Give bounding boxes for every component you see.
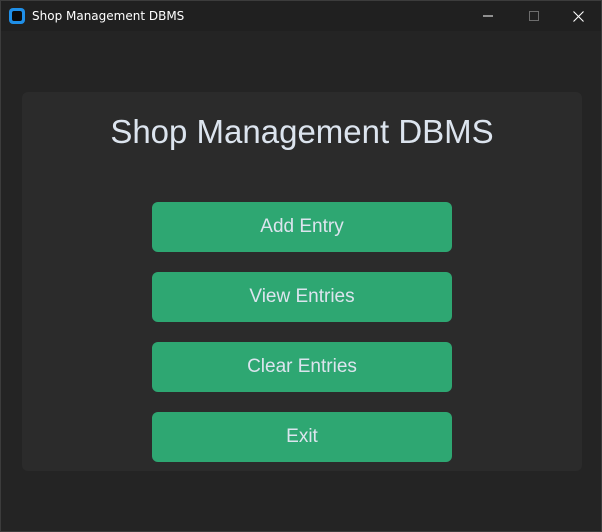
app-window: Shop Management DBMS Shop Management DBM… (0, 0, 602, 532)
add-entry-button[interactable]: Add Entry (152, 202, 452, 252)
maximize-button[interactable] (511, 1, 557, 31)
view-entries-button[interactable]: View Entries (152, 272, 452, 322)
maximize-icon (529, 11, 539, 21)
window-title: Shop Management DBMS (32, 9, 185, 23)
app-icon-glyph (12, 11, 22, 21)
exit-button[interactable]: Exit (152, 412, 452, 462)
close-button[interactable] (555, 1, 601, 31)
clear-entries-button[interactable]: Clear Entries (152, 342, 452, 392)
minimize-button[interactable] (465, 1, 511, 31)
close-icon (572, 10, 584, 22)
app-icon (9, 8, 25, 24)
main-panel: Shop Management DBMS Add Entry View Entr… (22, 92, 582, 471)
title-bar[interactable]: Shop Management DBMS (1, 1, 601, 31)
page-title: Shop Management DBMS (110, 113, 494, 150)
minimize-icon (483, 15, 493, 17)
